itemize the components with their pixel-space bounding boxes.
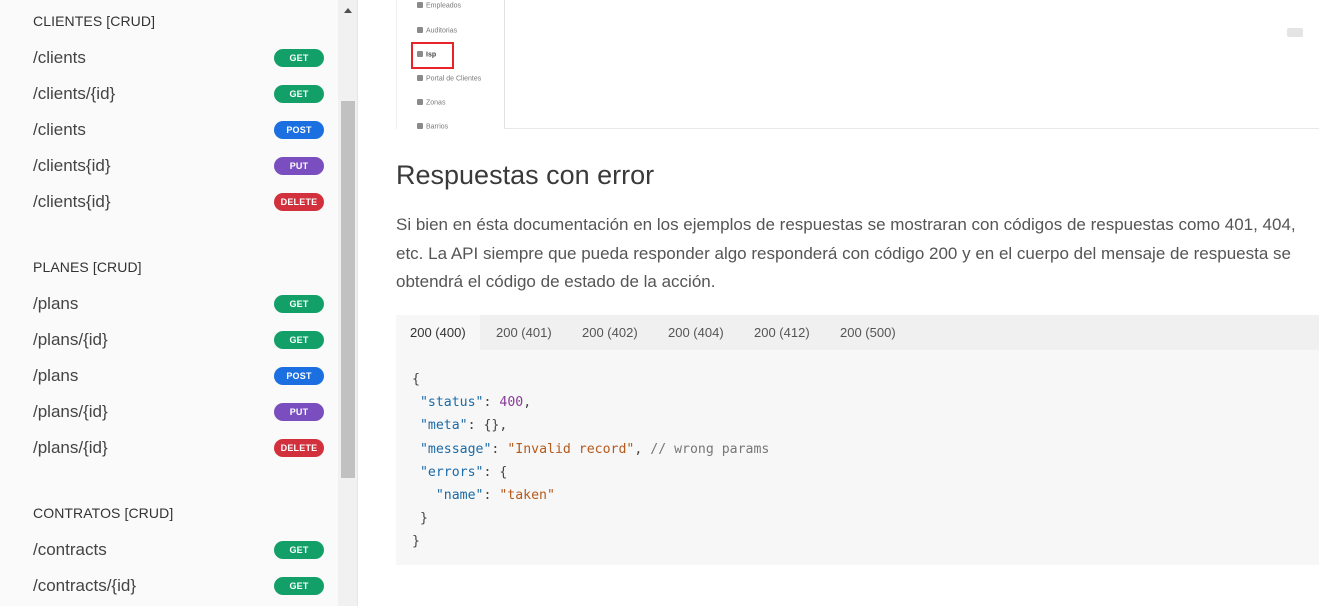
endpoint-path: /clients{id} [33,156,111,175]
sidebar-item-client-id-get[interactable]: /clients/{id} GET [0,76,338,112]
sidebar-item-contract-id-get[interactable]: /contracts/{id} GET [0,568,338,604]
sidebar: CLIENTES [CRUD] /clients GET /clients/{i… [0,0,358,606]
tab-200-500[interactable]: 200 (500) [826,315,910,350]
highlight-box [411,42,454,69]
embedded-menu-item: Auditorias [417,27,457,35]
method-badge-put: PUT [274,157,324,175]
method-badge-get: GET [274,541,324,559]
sidebar-item-client-id-put[interactable]: /clients{id} PUT [0,148,338,184]
tab-200-412[interactable]: 200 (412) [740,315,824,350]
method-badge-post: POST [274,367,324,385]
menu-label: Portal de Clientes [426,75,482,83]
menu-label: Barrios [426,123,449,131]
tab-200-402[interactable]: 200 (402) [568,315,652,350]
method-badge-put: PUT [274,403,324,421]
method-badge-get: GET [274,331,324,349]
json-key: "status" [419,395,484,411]
method-badge-delete: DELETE [274,193,324,211]
sidebar-item-plan-id-put[interactable]: /plans/{id} PUT [0,394,338,430]
json-key: "message" [419,441,492,457]
menu-label: Auditorias [426,27,458,35]
endpoint-path: /plans/{id} [33,438,108,457]
scroll-up-arrow-icon[interactable] [338,0,357,20]
endpoint-path: /clients/{id} [33,84,116,103]
method-badge-get: GET [274,85,324,103]
method-badge-delete: DELETE [274,439,324,457]
tab-200-404[interactable]: 200 (404) [654,315,738,350]
json-response: { "status": 400, "meta": {}, "message": … [412,372,770,550]
menu-label: Empleados [426,2,462,10]
json-number: 400 [499,395,524,411]
endpoint-path: /clients [33,120,86,139]
json-key: "meta" [419,418,468,434]
embedded-menu-item: Portal de Clientes [417,75,481,83]
endpoint-path: /contracts [33,540,107,559]
section-title-planes: PLANES [CRUD] [33,259,142,275]
endpoint-path: /contracts/{id} [33,576,137,595]
section-heading: Respuestas con error [396,160,655,190]
map-icon [417,99,423,105]
method-badge-get: GET [274,577,324,595]
eye-icon [417,27,423,33]
response-tabs: 200 (400) 200 (401) 200 (402) 200 (404) … [396,315,1319,350]
embedded-menu-item: Zonas [417,99,445,107]
json-key: "errors" [419,464,484,480]
sidebar-item-plan-id-get[interactable]: /plans/{id} GET [0,322,338,358]
embedded-menu: Empleados Auditorias Isp Portal de Clien… [396,0,505,131]
embedded-chip [1287,28,1303,37]
json-object: {} [483,418,500,434]
method-badge-post: POST [274,121,324,139]
map-icon [417,123,423,129]
user-icon [417,2,423,8]
endpoint-path: /plans/{id} [33,330,108,349]
section-title-contratos: CONTRATOS [CRUD] [33,505,174,521]
json-key: "name" [435,488,484,504]
code-block: { "status": 400, "meta": {}, "message": … [396,350,1319,565]
section-title-clientes: CLIENTES [CRUD] [33,13,156,29]
menu-label: Zonas [426,99,446,107]
embedded-menu-item: Barrios [417,123,448,131]
endpoint-path: /clients [33,48,86,67]
sidebar-item-clients-get[interactable]: /clients GET [0,40,338,76]
endpoint-path: /plans/{id} [33,402,108,421]
json-string: "Invalid record" [507,441,635,457]
endpoint-path: /plans [33,366,79,385]
code-comment: // wrong params [650,441,770,457]
endpoint-path: /plans [33,294,79,313]
users-icon [417,75,423,81]
sidebar-item-plans-post[interactable]: /plans POST [0,358,338,394]
embedded-screenshot: Empleados Auditorias Isp Portal de Clien… [396,0,1319,131]
endpoint-path: /clients{id} [33,192,111,211]
sidebar-item-clients-post[interactable]: /clients POST [0,112,338,148]
sidebar-item-plans-get[interactable]: /plans GET [0,286,338,322]
method-badge-get: GET [274,49,324,67]
sidebar-item-client-id-delete[interactable]: /clients{id} DELETE [0,184,338,220]
method-badge-get: GET [274,295,324,313]
section-paragraph: Si bien en ésta documentación en los eje… [396,215,1296,291]
scrollbar-thumb[interactable] [341,101,355,478]
tab-200-400[interactable]: 200 (400) [396,315,480,350]
sidebar-item-contracts-get[interactable]: /contracts GET [0,532,338,568]
tab-200-401[interactable]: 200 (401) [482,315,566,350]
sidebar-scrollbar[interactable] [338,0,357,606]
main-content: Empleados Auditorias Isp Portal de Clien… [359,0,1342,606]
json-string: "taken" [499,488,555,504]
embedded-menu-item: Empleados [417,2,461,10]
sidebar-item-plan-id-delete[interactable]: /plans/{id} DELETE [0,430,338,466]
